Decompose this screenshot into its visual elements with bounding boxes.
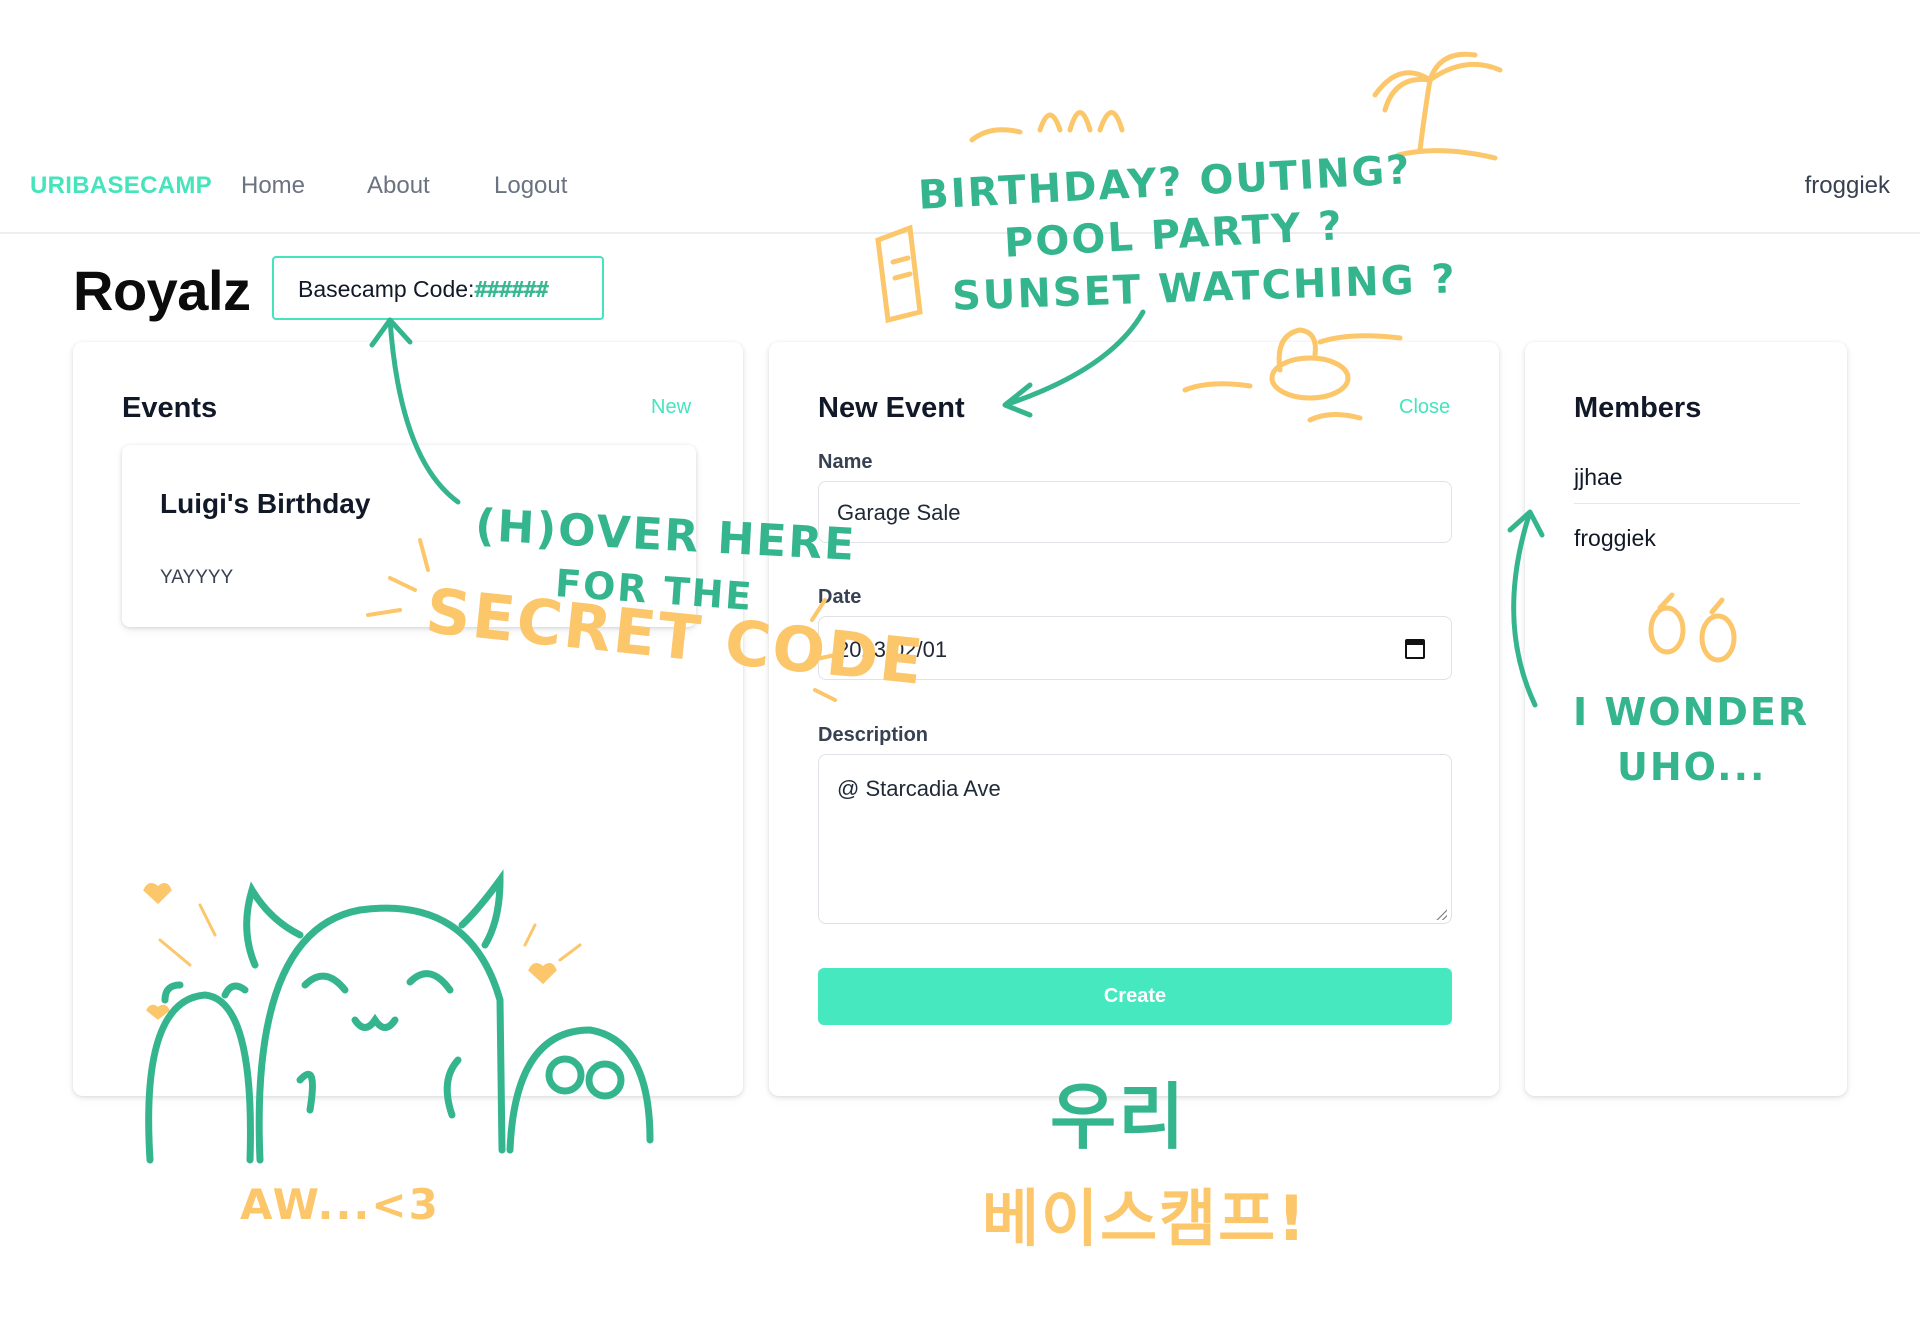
name-field[interactable]: Garage Sale: [818, 481, 1452, 543]
name-label: Name: [818, 451, 873, 473]
doodle-text-korean-line1: 우리: [1050, 1075, 1187, 1159]
brand-logo[interactable]: URIBASECAMP: [30, 172, 212, 200]
palm-tree-doodle: [1372, 51, 1503, 161]
basecamp-title: Royalz: [73, 259, 251, 322]
description-label: Description: [818, 724, 929, 746]
event-name: Luigi's Birthday: [160, 488, 371, 519]
doodle-text-aw: AW...<3: [240, 1180, 440, 1229]
new-event-panel-title: New Event: [818, 392, 965, 424]
date-label: Date: [818, 586, 862, 608]
new-event-button[interactable]: New: [651, 396, 691, 419]
hills-doodle: [969, 110, 1125, 143]
close-button[interactable]: Close: [1399, 396, 1450, 419]
doodle-text-wonder-line1: I WONDER: [1573, 690, 1810, 734]
book-doodle: [875, 224, 923, 324]
event-description: YAYYYY: [160, 567, 234, 588]
doodle-text-korean-line2: 베이스캠프!: [982, 1182, 1308, 1255]
events-panel-title: Events: [122, 392, 218, 424]
member-item[interactable]: froggiek: [1574, 525, 1656, 552]
basecamp-code-box[interactable]: Basecamp Code:######: [272, 256, 604, 320]
member-item[interactable]: jjhae: [1574, 464, 1623, 491]
nav-logout-link[interactable]: Logout: [494, 172, 567, 200]
resize-handle-icon[interactable]: [1435, 908, 1447, 920]
create-button[interactable]: Create: [818, 968, 1452, 1025]
nav-about-link[interactable]: About: [367, 172, 430, 200]
basecamp-code-value: ######: [474, 278, 548, 303]
nav-home-link[interactable]: Home: [241, 172, 305, 200]
description-field-value: @ Starcadia Ave: [837, 776, 1001, 801]
page: URIBASECAMP Home About Logout froggiek R…: [0, 0, 1920, 1333]
calendar-icon[interactable]: [1405, 639, 1425, 659]
doodle-text-wonder-line2: UHO...: [1617, 745, 1767, 789]
current-user-name[interactable]: froggiek: [1805, 172, 1890, 200]
member-divider: [1574, 503, 1800, 504]
basecamp-code-label: Basecamp Code:: [298, 276, 475, 302]
description-field[interactable]: @ Starcadia Ave: [818, 754, 1452, 924]
doodle-text-top-line3: SUNSET WATCHING ?: [951, 256, 1458, 320]
members-panel-title: Members: [1574, 392, 1702, 424]
